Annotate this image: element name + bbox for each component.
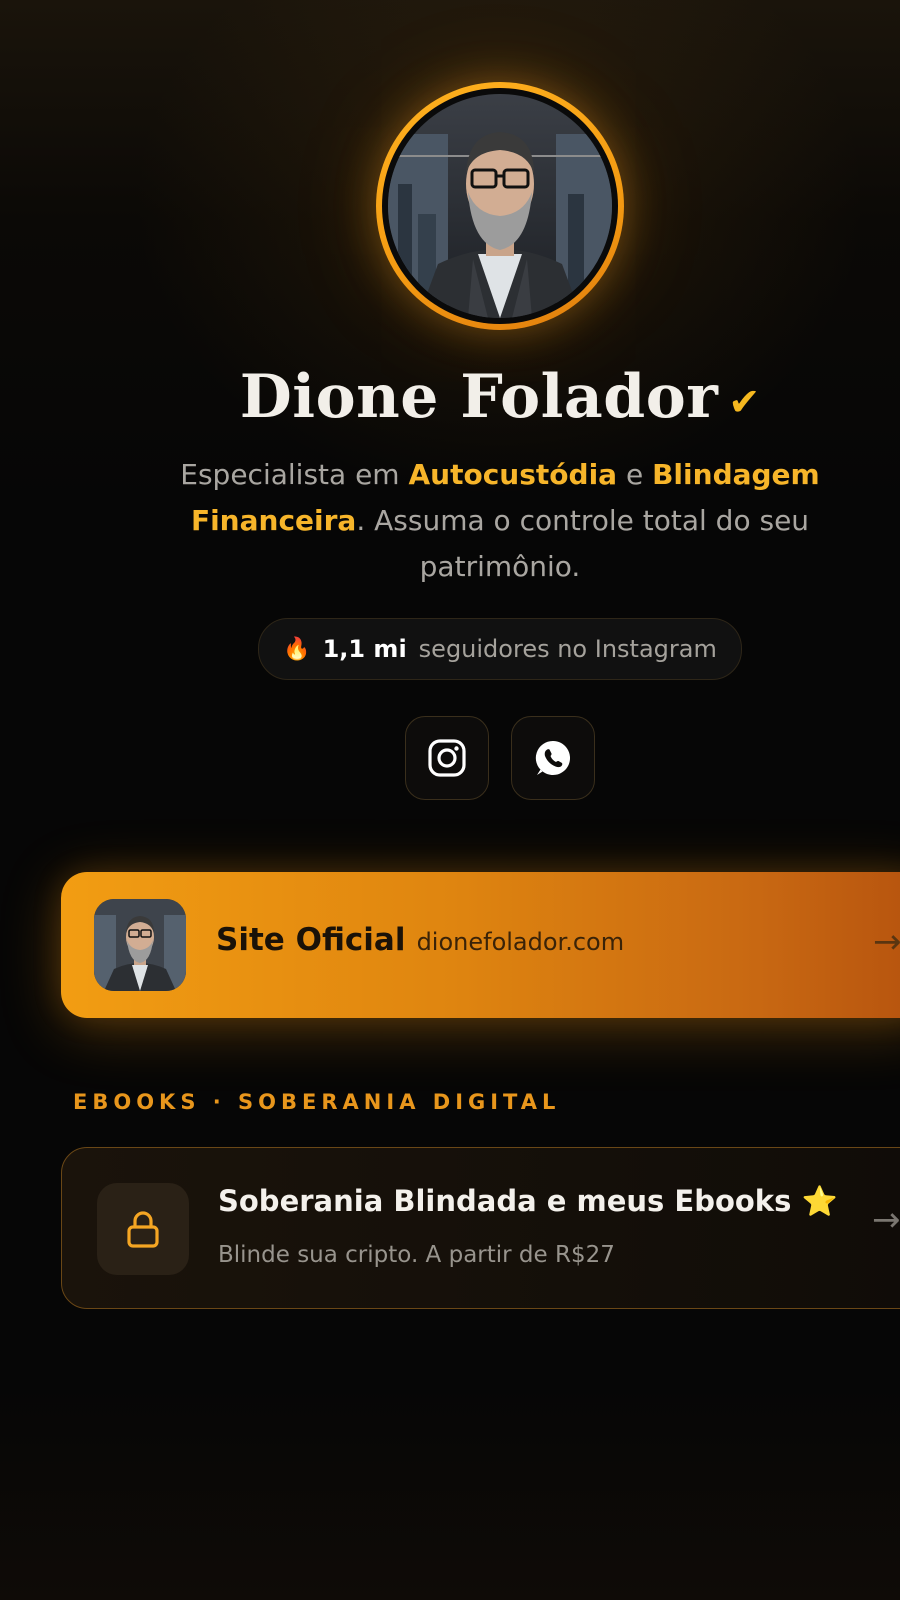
instagram-icon (428, 739, 466, 777)
arrow-right-icon: → (873, 922, 900, 962)
lock-icon-box (97, 1183, 189, 1275)
avatar-photo (388, 94, 612, 318)
arrow-right-icon: → (872, 1200, 900, 1240)
section-label-ebooks: EBOOKS · SOBERANIA DIGITAL (73, 1090, 561, 1114)
ebooks-link[interactable]: Soberania Blindada e meus Ebooks ⭐ Blind… (61, 1147, 900, 1309)
site-oficial-link[interactable]: Site Oficial dionefolador.com → (61, 872, 900, 1018)
verified-check-icon: ✔ (728, 380, 761, 424)
bio-highlight-autocustodia: Autocustódia (408, 458, 618, 491)
fire-icon: 🔥 (283, 636, 311, 662)
followers-badge: 🔥 1,1 mi seguidores no Instagram (258, 618, 742, 680)
whatsapp-button[interactable] (511, 716, 595, 800)
lock-icon (127, 1211, 159, 1248)
profile-name: Dione Folador (239, 362, 719, 432)
instagram-button[interactable] (405, 716, 489, 800)
profile-avatar (376, 82, 624, 330)
profile-name-row: Dione Folador ✔ (0, 362, 900, 432)
link-page: Dione Folador ✔ Especialista em Autocustó… (0, 0, 900, 1600)
ebook-title: Soberania Blindada e meus Ebooks (218, 1184, 792, 1218)
site-title: Site Oficial (216, 922, 406, 958)
followers-count: 1,1 mi (322, 635, 407, 663)
ebook-subtitle: Blinde sua cripto. A partir de R$27 (218, 1242, 615, 1268)
star-icon: ⭐ (801, 1184, 838, 1218)
followers-label: seguidores no Instagram (418, 635, 717, 663)
whatsapp-icon (535, 740, 571, 775)
site-thumbnail (94, 899, 186, 991)
site-url: dionefolador.com (416, 928, 625, 956)
profile-bio: Especialista em Autocustódia e Blindagem… (180, 458, 820, 583)
